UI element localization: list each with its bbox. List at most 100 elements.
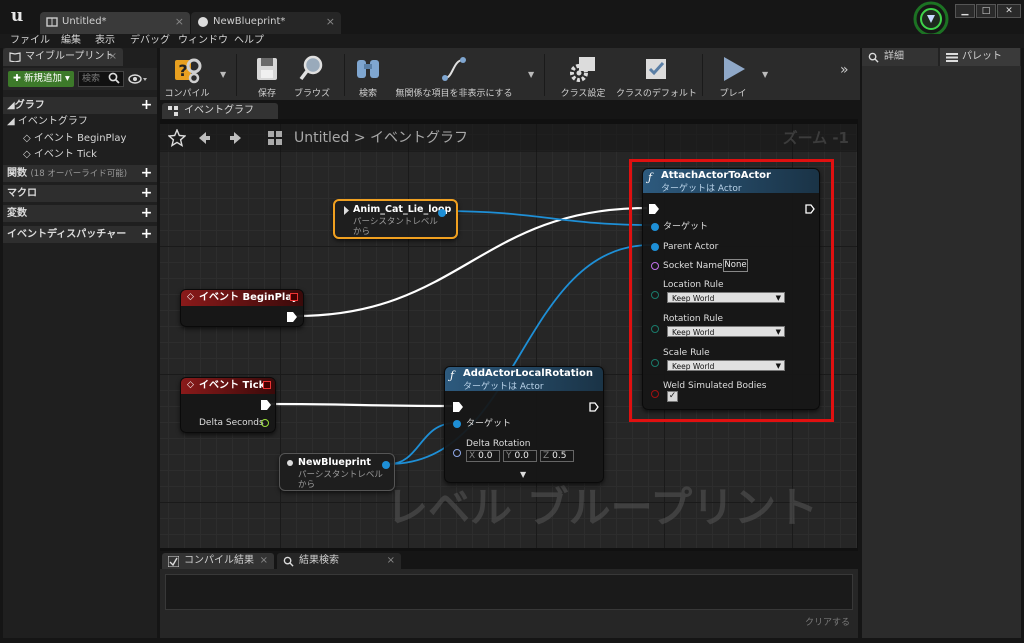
node-newblueprint-reference[interactable]: NewBlueprint パーシスタントレベル から [279, 453, 395, 491]
maximize-button[interactable]: □ [976, 4, 996, 18]
forward-arrow-icon[interactable] [228, 130, 244, 146]
breadcrumb-separator: > [353, 130, 366, 146]
exec-output-pin[interactable] [589, 402, 599, 412]
close-icon[interactable]: × [175, 12, 184, 32]
expand-arrow-icon[interactable]: ▼ [520, 470, 526, 479]
hide-unrelated-dropdown[interactable]: ▼ [528, 70, 534, 79]
actor-ref-icon [287, 460, 293, 466]
play-button[interactable]: プレイ [710, 52, 756, 99]
svg-text:?: ? [178, 61, 187, 80]
close-icon[interactable]: × [109, 48, 117, 66]
menu-file[interactable]: ファイル [10, 34, 50, 48]
event-diamond-icon: ◇ [23, 149, 31, 160]
tab-newblueprint[interactable]: NewBlueprint* × [191, 12, 341, 34]
node-add-actor-local-rotation[interactable]: AddActorLocalRotation ターゲットは Actor ƒ ターゲ… [444, 366, 604, 483]
object-output-pin[interactable] [382, 461, 390, 469]
clear-button[interactable]: クリアする [805, 615, 850, 628]
back-arrow-icon[interactable] [196, 130, 212, 146]
object-output-pin[interactable] [438, 209, 446, 217]
menu-debug[interactable]: デバッグ [130, 34, 170, 48]
level-icon [46, 17, 58, 27]
float-output-pin[interactable] [261, 419, 269, 427]
play-options-dropdown[interactable]: ▼ [762, 70, 768, 79]
compile-button[interactable]: ? コンパイル [162, 52, 212, 99]
node-header: イベント BeginPlay [181, 290, 303, 306]
compile-results-icon [168, 556, 179, 567]
class-settings-gear-icon [570, 57, 595, 82]
delegate-pin[interactable] [263, 381, 271, 389]
section-functions[interactable]: 関数 (18 オーバーライド可能) + [3, 165, 157, 182]
target-input-pin[interactable] [453, 420, 461, 428]
compile-label: コンパイル [164, 89, 210, 99]
add-graph-icon[interactable]: + [140, 98, 153, 112]
node-event-beginplay[interactable]: イベント BeginPlay ◇ [180, 289, 304, 327]
close-icon[interactable]: × [260, 553, 268, 569]
highlight-box [629, 159, 834, 422]
hide-unrelated-button[interactable]: 無関係な項目を非表示にする [392, 52, 516, 99]
menu-view[interactable]: 表示 [95, 34, 115, 48]
tree-event-beginplay[interactable]: ◇ イベント BeginPlay [23, 132, 126, 146]
node-event-tick[interactable]: イベント Tick ◇ Delta Seconds [180, 377, 276, 433]
node-subtitle-2: から [353, 227, 371, 237]
delegate-pin[interactable] [290, 293, 298, 301]
exec-output-pin[interactable] [287, 312, 297, 322]
class-settings-button[interactable]: クラス設定 [552, 52, 614, 99]
unreal-logo-icon: u [10, 6, 24, 26]
exec-input-pin[interactable] [453, 402, 463, 412]
close-icon[interactable]: × [387, 553, 395, 569]
section-graphs[interactable]: ◢グラフ + [3, 97, 157, 114]
class-defaults-button[interactable]: クラスのデフォルト [616, 52, 697, 99]
breadcrumb-leaf[interactable]: イベントグラフ [370, 130, 468, 146]
rotator-input-pin[interactable] [453, 449, 461, 457]
add-variable-icon[interactable]: + [140, 206, 153, 220]
rotation-y-input[interactable]: Y 0.0 [503, 450, 537, 462]
tree-event-tick[interactable]: ◇ イベント Tick [23, 148, 97, 162]
find-button[interactable]: 検索 [350, 52, 386, 99]
tab-details[interactable]: 詳細 [862, 48, 938, 66]
node-anim-cat-reference[interactable]: Anim_Cat_Lie_loop パーシスタントレベル から [333, 199, 458, 239]
graph-breadcrumb-bar: Untitled > イベントグラフ ズーム -1 [160, 124, 857, 152]
star-icon[interactable] [168, 129, 186, 147]
tab-my-blueprint[interactable]: マイブループリント × [3, 48, 123, 66]
add-macro-icon[interactable]: + [140, 186, 153, 200]
tree-event-graph[interactable]: ◢ イベントグラフ [7, 115, 88, 129]
compile-options-dropdown[interactable]: ▼ [220, 70, 226, 79]
menu-window[interactable]: ウィンドウ [178, 34, 228, 48]
breadcrumb-root[interactable]: Untitled [294, 130, 349, 146]
search-icon[interactable] [108, 72, 120, 84]
tab-compile-results[interactable]: コンパイル結果 × [162, 553, 274, 569]
tab-event-graph[interactable]: イベントグラフ [162, 103, 278, 119]
compile-output-log[interactable] [165, 574, 853, 610]
tab-palette[interactable]: パレット [940, 48, 1020, 66]
level-blueprint-watermark: レベル ブループリント [386, 483, 819, 532]
section-label: マクロ [7, 188, 37, 199]
close-button[interactable]: ✕ [997, 4, 1021, 18]
zoom-level: ズーム -1 [782, 129, 849, 147]
exec-output-pin[interactable] [261, 400, 271, 410]
section-event-dispatchers[interactable]: イベントディスパッチャー + [3, 226, 157, 243]
eye-icon[interactable] [128, 73, 148, 85]
add-function-icon[interactable]: + [140, 166, 153, 180]
hide-unrelated-label: 無関係な項目を非表示にする [395, 89, 513, 99]
source-control-icon[interactable] [909, 1, 953, 37]
minimize-button[interactable]: ▁ [955, 4, 975, 18]
section-label: ◢グラフ [7, 100, 45, 111]
tree-label: ◢ イベントグラフ [7, 116, 88, 127]
tab-label: マイブループリント [25, 51, 115, 62]
close-icon[interactable]: × [326, 12, 335, 32]
toolbar-overflow-icon[interactable]: » [840, 62, 849, 78]
browse-button[interactable]: ブラウズ [288, 52, 336, 99]
section-macros[interactable]: マクロ + [3, 185, 157, 202]
save-button[interactable]: 保存 [244, 52, 290, 99]
rotation-z-input[interactable]: Z 0.5 [540, 450, 574, 462]
add-new-button[interactable]: ✚ 新規追加 ▾ [8, 71, 74, 87]
section-variables[interactable]: 変数 + [3, 205, 157, 222]
rotation-x-input[interactable]: X 0.0 [466, 450, 500, 462]
tab-label: 詳細 [884, 51, 904, 62]
menu-edit[interactable]: 編集 [61, 34, 81, 48]
tab-find-results[interactable]: 結果検索 × [277, 553, 401, 569]
menu-help[interactable]: ヘルプ [234, 34, 264, 48]
add-dispatcher-icon[interactable]: + [140, 227, 153, 241]
tab-untitled[interactable]: Untitled* × [40, 12, 190, 34]
event-diamond-icon: ◇ [187, 380, 194, 390]
